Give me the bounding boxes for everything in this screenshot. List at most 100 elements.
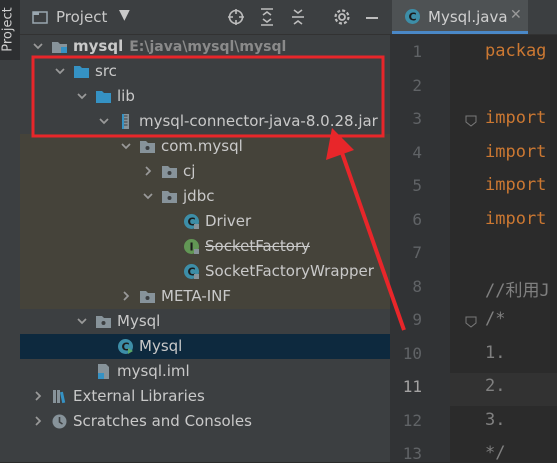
tree-row[interactable]: Scratches and Consoles xyxy=(20,409,390,434)
tree-row[interactable]: mysql.iml xyxy=(20,359,390,384)
line-number: 12 xyxy=(402,410,422,430)
line-number: 8 xyxy=(412,276,422,296)
tree-row[interactable]: mysql E:\java\mysql\mysql xyxy=(20,34,390,59)
tree-row[interactable]: META-INF xyxy=(20,284,390,309)
tree-item-label: SocketFactory xyxy=(205,237,310,255)
code-line[interactable]: import xyxy=(485,209,546,229)
tree-item-label: META-INF xyxy=(161,287,232,305)
project-panel-title[interactable]: Project xyxy=(56,8,107,26)
tree-row[interactable]: jdbc xyxy=(20,184,390,209)
module-folder-icon xyxy=(51,38,68,55)
chevron-down-icon[interactable] xyxy=(53,64,67,78)
tree-item-label: Mysql xyxy=(117,312,161,330)
code-line[interactable]: 2. xyxy=(485,376,505,396)
chevron-down-icon[interactable] xyxy=(119,139,133,153)
editor-tab-bar: C Mysql.java ✕ xyxy=(390,0,557,35)
tree-row[interactable]: cj xyxy=(20,159,390,184)
project-tool-tab[interactable]: Project xyxy=(0,0,20,60)
close-icon[interactable]: ✕ xyxy=(510,7,522,23)
scratches-icon xyxy=(51,413,68,430)
tree-item-label: jdbc xyxy=(183,187,215,205)
package-icon xyxy=(139,288,156,305)
tree-row[interactable]: mysql-connector-java-8.0.28.jar xyxy=(20,109,390,134)
chevron-down-icon[interactable] xyxy=(97,114,111,128)
settings-icon[interactable] xyxy=(331,6,353,28)
code-line[interactable]: import xyxy=(485,142,546,162)
module-path: E:\java\mysql\mysql xyxy=(129,39,287,55)
code-line[interactable]: /* xyxy=(485,309,505,329)
line-number: 6 xyxy=(412,209,422,229)
chevron-right-icon[interactable] xyxy=(31,389,45,403)
collapse-all-icon[interactable] xyxy=(287,6,309,28)
line-number: 3 xyxy=(412,109,422,128)
line-number: 1 xyxy=(412,42,422,61)
chevron-down-icon[interactable] xyxy=(31,39,45,53)
tree-item-label: mysql E:\java\mysql\mysql xyxy=(73,37,287,55)
tree-row[interactable]: C Mysql xyxy=(20,334,390,359)
tree-item-label: Driver xyxy=(205,212,252,230)
tree-item-label: cj xyxy=(183,162,196,180)
jar-icon xyxy=(117,113,134,130)
line-number: 10 xyxy=(402,343,422,363)
iml-file-icon xyxy=(95,363,112,380)
tree-item-label: External Libraries xyxy=(73,387,205,405)
package-icon xyxy=(95,313,112,330)
libraries-icon xyxy=(51,388,68,405)
tree-row[interactable]: I SocketFactory xyxy=(20,234,390,259)
line-number: 9 xyxy=(412,310,422,329)
hide-icon[interactable] xyxy=(361,6,383,28)
tree-item-label: mysql-connector-java-8.0.28.jar xyxy=(139,112,378,130)
line-number: 7 xyxy=(412,243,422,262)
code-line[interactable]: */ xyxy=(485,443,505,463)
chevron-down-icon[interactable] xyxy=(75,314,89,328)
fold-icon[interactable] xyxy=(465,113,477,127)
tree-row[interactable]: Mysql xyxy=(20,309,390,334)
package-icon xyxy=(139,138,156,155)
chevron-down-icon[interactable] xyxy=(75,89,89,103)
folder-icon xyxy=(95,88,112,105)
code-line[interactable]: 3. xyxy=(485,410,505,430)
chevron-right-icon[interactable] xyxy=(119,289,133,303)
tree-row[interactable]: src xyxy=(20,59,390,84)
project-panel-header: Project ▼ xyxy=(20,0,390,35)
interface-icon: I xyxy=(183,238,200,255)
locate-icon[interactable] xyxy=(225,6,247,28)
line-number: 13 xyxy=(402,444,422,463)
tree-row[interactable]: C SocketFactoryWrapper xyxy=(20,259,390,284)
svg-text:I: I xyxy=(189,241,193,254)
chevron-down-icon[interactable] xyxy=(141,189,155,203)
java-class-icon: C xyxy=(405,9,420,24)
tree-item-label: SocketFactoryWrapper xyxy=(205,262,374,280)
package-icon xyxy=(161,188,178,205)
chevron-down-icon[interactable]: ▼ xyxy=(119,7,130,23)
tool-window-strip: Project xyxy=(0,0,21,462)
package-icon xyxy=(161,163,178,180)
project-tool-tab-label: Project xyxy=(0,7,16,52)
tree-row[interactable]: com.mysql xyxy=(20,134,390,159)
expand-all-icon[interactable] xyxy=(256,6,278,28)
tree-item-label: src xyxy=(95,62,117,80)
chevron-right-icon[interactable] xyxy=(141,164,155,178)
tree-row[interactable]: External Libraries xyxy=(20,384,390,409)
code-line[interactable]: 1. xyxy=(485,343,505,363)
tree-row[interactable]: C Driver xyxy=(20,209,390,234)
tab-label: Mysql.java xyxy=(428,8,508,26)
code-line[interactable]: packag xyxy=(485,41,546,61)
editor-area: C Mysql.java ✕ 1 packag 2 3 import 4 import 5 im… xyxy=(390,0,557,463)
svg-text:C: C xyxy=(408,11,416,24)
tree-item-label: lib xyxy=(117,87,135,105)
tree-item-label: mysql.iml xyxy=(117,362,190,380)
run-class-icon: C xyxy=(117,338,134,355)
tab-mysql-java[interactable]: C Mysql.java ✕ xyxy=(392,0,528,34)
fold-icon[interactable] xyxy=(465,314,477,328)
code-line[interactable]: import xyxy=(485,175,546,195)
chevron-right-icon[interactable] xyxy=(31,414,45,428)
folder-icon xyxy=(73,63,90,80)
class-icon: C xyxy=(183,213,200,230)
tree-item-label: com.mysql xyxy=(161,137,243,155)
tree-item-label: Scratches and Consoles xyxy=(73,412,252,430)
code-line[interactable]: //利用J xyxy=(485,276,550,301)
tree-row[interactable]: lib xyxy=(20,84,390,109)
line-number: 2 xyxy=(412,75,422,95)
code-line[interactable]: import xyxy=(485,108,546,128)
